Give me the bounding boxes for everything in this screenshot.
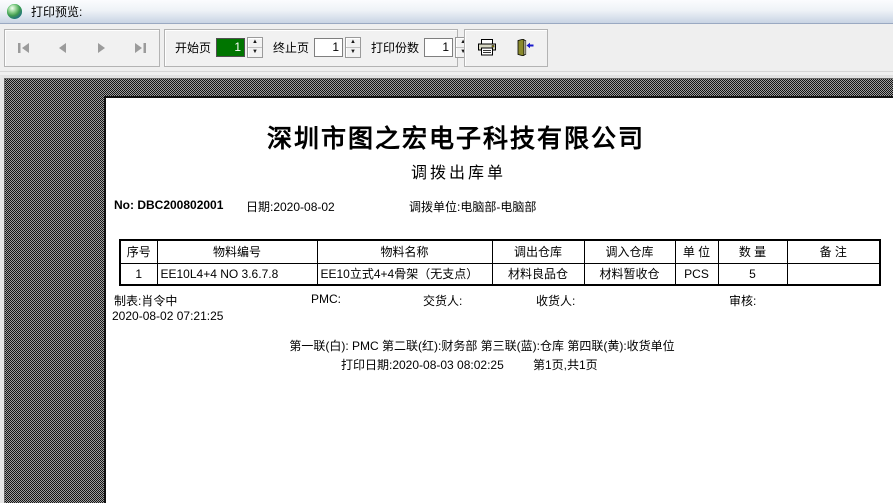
col-header-unit: 单 位 [674, 239, 719, 264]
end-page-label: 终止页 [273, 41, 310, 55]
app-sphere-icon [7, 4, 22, 19]
spin-up-icon[interactable]: ▲ [248, 38, 263, 48]
doc-number: No: DBC200802001 [114, 198, 224, 212]
col-header-to-wh: 调入仓库 [583, 239, 676, 264]
col-header-from-wh: 调出仓库 [491, 239, 585, 264]
cell-unit: PCS [674, 262, 719, 286]
transfer-unit: 调拨单位:电脑部-电脑部 [409, 200, 537, 214]
print-date: 打印日期:2020-08-03 08:02:25 [341, 358, 504, 372]
table-header-row: 序号 物料编号 物料名称 调出仓库 调入仓库 单 位 数 量 备 注 [119, 239, 881, 264]
print-exit-panel [464, 28, 548, 67]
col-header-remark: 备 注 [786, 239, 881, 264]
first-page-icon [18, 42, 30, 53]
document-page: 深圳市图之宏电子科技有限公司 调拨出库单 No: DBC200802001 日期… [104, 96, 893, 503]
spin-up-icon[interactable]: ▲ [346, 38, 361, 48]
pmc-signature: PMC: [311, 292, 341, 306]
cell-remark [786, 262, 881, 286]
last-page-icon [134, 42, 146, 53]
previous-page-icon [58, 42, 66, 53]
window-title: 打印预览: [31, 5, 83, 19]
items-table: 序号 物料编号 物料名称 调出仓库 调入仓库 单 位 数 量 备 注 1 EE1… [119, 239, 881, 286]
cell-seq: 1 [119, 262, 158, 286]
end-page-spin-buttons: ▲ ▼ [345, 37, 362, 58]
receiver-signature: 收货人: [536, 294, 576, 308]
auditor-signature: 审核: [729, 294, 757, 308]
nav-panel [4, 28, 160, 67]
cell-name: EE10立式4+4骨架（无支点） [316, 262, 493, 286]
col-header-code: 物料编号 [156, 239, 318, 264]
exit-button[interactable] [510, 34, 540, 62]
doc-date: 日期:2020-08-02 [246, 200, 335, 214]
col-header-name: 物料名称 [316, 239, 493, 264]
make-timestamp: 2020-08-02 07:21:25 [112, 309, 224, 323]
print-button[interactable] [472, 34, 502, 62]
toolbar: 开始页 1 ▲ ▼ 终止页 1 ▲ ▼ 打印份数 1 ▲ ▼ [0, 24, 893, 72]
preview-area[interactable]: 深圳市图之宏电子科技有限公司 调拨出库单 No: DBC200802001 日期… [0, 75, 893, 503]
next-page-button[interactable] [88, 36, 114, 60]
copies-input[interactable]: 1 [424, 38, 454, 57]
cell-qty: 5 [717, 262, 788, 286]
spin-down-icon[interactable]: ▼ [248, 48, 262, 57]
end-page-input[interactable]: 1 [314, 38, 344, 57]
cell-code: EE10L4+4 NO 3.6.7.8 [156, 262, 318, 286]
copies-label: 打印份数 [371, 41, 420, 55]
start-page-label: 开始页 [175, 41, 212, 55]
cell-from-wh: 材料良品仓 [491, 262, 585, 286]
document-content: 深圳市图之宏电子科技有限公司 调拨出库单 No: DBC200802001 日期… [106, 98, 893, 503]
spin-down-icon[interactable]: ▼ [346, 48, 360, 57]
printer-icon [478, 39, 497, 56]
start-page-spin-buttons: ▲ ▼ [247, 37, 264, 58]
previous-page-button[interactable] [50, 36, 76, 60]
table-row: 1 EE10L4+4 NO 3.6.7.8 EE10立式4+4骨架（无支点） 材… [119, 262, 881, 286]
first-page-button[interactable] [11, 36, 37, 60]
document-title: 调拨出库单 [410, 165, 506, 182]
maker-signature: 制表:肖令中 [114, 294, 178, 308]
start-page-input[interactable]: 1 [216, 38, 246, 57]
col-header-qty: 数 量 [717, 239, 788, 264]
end-page-spinner: 1 ▲ ▼ [314, 37, 362, 58]
last-page-button[interactable] [127, 36, 153, 60]
window-titlebar: 打印预览: [0, 0, 893, 24]
col-header-seq: 序号 [119, 239, 158, 264]
exit-door-icon [517, 39, 534, 56]
start-page-spinner: 1 ▲ ▼ [216, 37, 264, 58]
cell-to-wh: 材料暂收仓 [583, 262, 676, 286]
page-controls-panel: 开始页 1 ▲ ▼ 终止页 1 ▲ ▼ 打印份数 1 ▲ ▼ [164, 28, 472, 67]
copies-distribution-line: 第一联(白): PMC 第二联(红):财务部 第三联(蓝):仓库 第四联(黄):… [289, 339, 675, 353]
next-page-icon [98, 42, 106, 53]
page-info: 第1页,共1页 [533, 358, 598, 372]
deliverer-signature: 交货人: [423, 294, 463, 308]
company-name: 深圳市图之宏电子科技有限公司 [266, 126, 645, 153]
